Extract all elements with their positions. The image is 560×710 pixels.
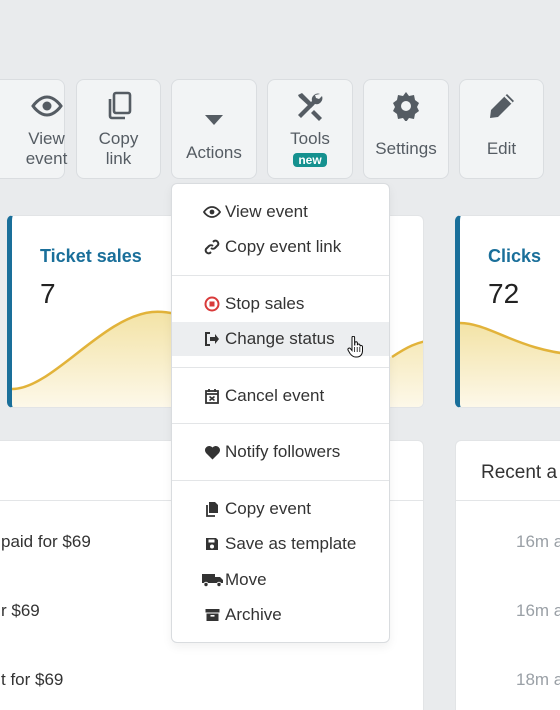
menu-item-archive[interactable]: Archive — [172, 598, 389, 632]
menu-divider — [172, 275, 389, 276]
menu-item-label: Copy event — [225, 499, 311, 518]
truck-icon — [202, 571, 224, 589]
pencil-icon — [487, 91, 517, 121]
order-row: paid for $69 — [1, 532, 91, 551]
menu-item-copy-event-link[interactable]: Copy event link — [172, 230, 389, 264]
order-row: r $69 — [1, 601, 40, 620]
sign-out-icon — [202, 330, 222, 348]
copy-icon — [105, 91, 133, 121]
menu-divider — [172, 367, 389, 368]
view-event-label-2: event — [25, 149, 68, 168]
edit-button[interactable]: Edit — [459, 79, 544, 179]
menu-item-label: Copy event link — [225, 237, 342, 256]
menu-item-copy-event[interactable]: Copy event — [172, 492, 389, 526]
recent-activity-title: Recent a — [481, 462, 558, 483]
clicks-sparkline — [460, 321, 560, 407]
activity-time: 18m a — [516, 670, 560, 689]
menu-item-change-status[interactable]: Change status — [172, 322, 389, 358]
menu-item-label: Move — [225, 570, 267, 589]
eye-icon — [0, 91, 64, 121]
menu-item-label: Stop sales — [225, 294, 305, 313]
copy-link-button[interactable]: Copy link — [76, 79, 161, 179]
tools-button[interactable]: Tools new — [267, 79, 353, 179]
menu-item-cancel-event[interactable]: Cancel event — [172, 379, 389, 413]
hand-cursor-icon — [347, 335, 363, 363]
menu-item-label: Cancel event — [225, 386, 325, 405]
order-row: t for $69 — [1, 670, 64, 689]
tools-label: Tools — [290, 129, 330, 148]
menu-item-save-as-template[interactable]: Save as template — [172, 527, 389, 561]
menu-item-view-event[interactable]: View event — [172, 195, 389, 229]
actions-dropdown-menu: View event Copy event link Stop sales Ch… — [171, 183, 390, 643]
actions-button[interactable]: Actions — [171, 79, 257, 179]
file-copy-icon — [202, 500, 222, 518]
eye-icon — [202, 203, 222, 221]
menu-divider — [172, 480, 389, 481]
recent-activity-card: Recent a 16m a 16m a 18m a — [455, 440, 560, 710]
copy-link-label-2: link — [105, 149, 132, 168]
menu-divider — [172, 423, 389, 424]
stop-circle-icon — [202, 295, 222, 313]
menu-item-notify-followers[interactable]: Notify followers — [172, 435, 389, 469]
new-badge: new — [293, 153, 327, 167]
activity-time: 16m a — [516, 532, 560, 551]
archive-icon — [202, 606, 222, 624]
tools-icon — [294, 91, 326, 121]
clicks-title: Clicks — [488, 246, 542, 266]
settings-button[interactable]: Settings — [363, 79, 449, 179]
view-event-label-1: View — [28, 129, 65, 148]
recent-divider — [456, 500, 560, 501]
heart-icon — [202, 443, 222, 461]
menu-item-label: Save as template — [225, 534, 357, 553]
menu-item-label: View event — [225, 202, 308, 221]
menu-item-label: Archive — [225, 605, 282, 624]
clicks-card: Clicks 72 — [455, 215, 560, 408]
menu-item-move[interactable]: Move — [172, 563, 389, 597]
menu-item-stop-sales[interactable]: Stop sales — [172, 287, 389, 321]
save-icon — [202, 535, 222, 553]
link-icon — [202, 238, 222, 256]
caret-down-icon — [204, 105, 224, 135]
ticket-sales-title: Ticket sales — [40, 246, 142, 266]
actions-label: Actions — [186, 143, 242, 162]
calendar-x-icon — [202, 387, 222, 405]
menu-item-label: Change status — [225, 329, 335, 348]
view-event-button[interactable]: View event — [0, 79, 68, 179]
settings-label: Settings — [375, 139, 437, 158]
gear-icon — [391, 91, 421, 121]
activity-time: 16m a — [516, 601, 560, 620]
edit-label: Edit — [486, 139, 517, 158]
menu-item-label: Notify followers — [225, 442, 341, 461]
copy-link-label-1: Copy — [98, 129, 139, 148]
